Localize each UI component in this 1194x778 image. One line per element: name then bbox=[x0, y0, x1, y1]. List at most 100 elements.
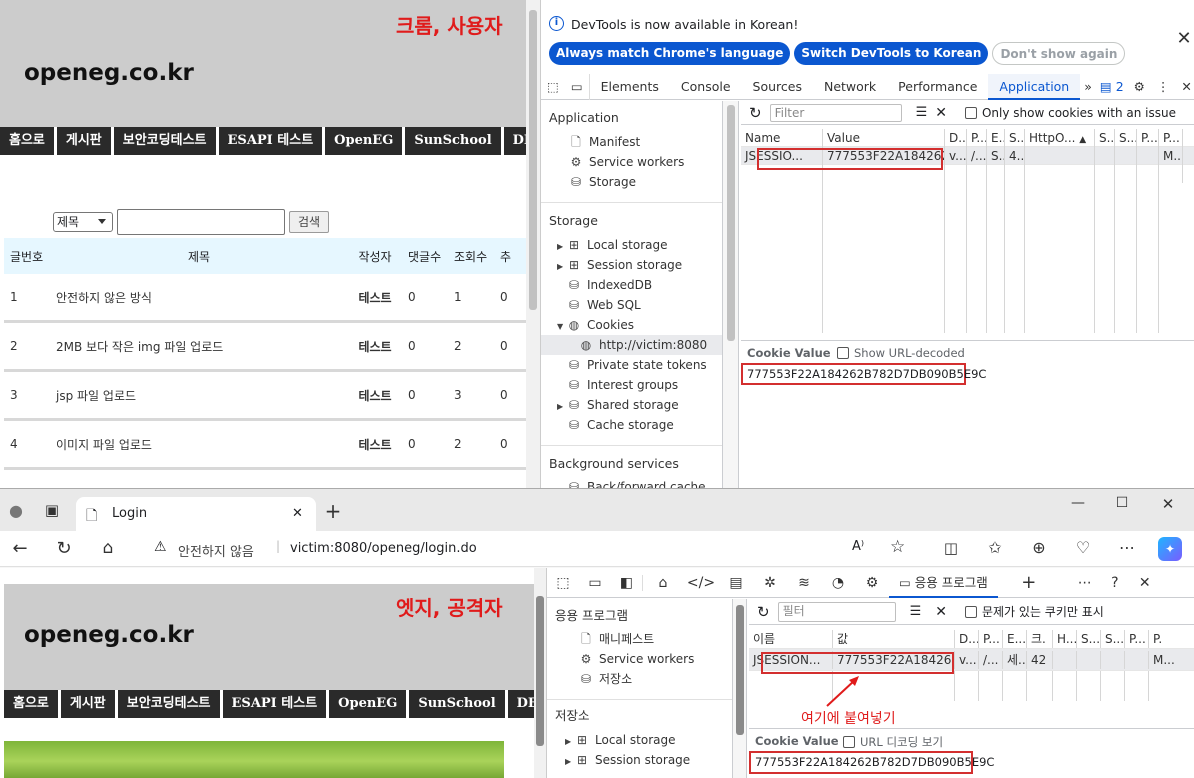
add-tool-icon[interactable]: + bbox=[1014, 572, 1044, 593]
table-row[interactable]: 2 2MB 보다 작은 img 파일 업로드 테스트 0 2 0 bbox=[4, 323, 526, 372]
sidebar-item-session-storage[interactable]: ▶ ⊞ Session storage bbox=[547, 750, 732, 770]
col-samesite[interactable]: S... bbox=[1101, 629, 1125, 648]
sidebar-item-shared-storage[interactable]: ▶ ⛁ Shared storage bbox=[541, 395, 722, 415]
nav-openeg[interactable]: OpenEG bbox=[329, 690, 407, 718]
table-row[interactable]: 1 안전하지 않은 방식 테스트 0 1 0 bbox=[4, 274, 526, 323]
close-window-icon[interactable]: ✕ bbox=[1158, 495, 1178, 513]
nav-board[interactable]: 게시판 bbox=[56, 127, 111, 155]
back-icon[interactable]: ← bbox=[8, 538, 32, 559]
site-logo[interactable]: openeg.co.kr bbox=[24, 60, 194, 86]
issues-badge[interactable]: ▤ 2 bbox=[1096, 74, 1128, 100]
sidebar-item-local-storage[interactable]: ▶ ⊞ Local storage bbox=[547, 730, 732, 750]
col-expires[interactable]: E... bbox=[987, 128, 1005, 147]
checkbox-box[interactable] bbox=[964, 106, 977, 119]
edge-page-scrollbar[interactable] bbox=[534, 568, 546, 778]
performance-icon[interactable]: ◔ bbox=[821, 575, 855, 591]
col-httponly[interactable]: HttpO... ▲ bbox=[1025, 128, 1095, 147]
kebab-menu-icon[interactable]: ⋮ bbox=[1151, 74, 1176, 100]
sidebar-item-manifest[interactable]: 🗋 매니페스트 bbox=[547, 629, 732, 649]
col-samesite[interactable]: S... bbox=[1115, 128, 1137, 147]
switch-korean-button[interactable]: Switch DevTools to Korean bbox=[794, 42, 989, 65]
tab-console[interactable]: Console bbox=[670, 74, 742, 100]
help-icon[interactable]: ? bbox=[1100, 575, 1130, 591]
sidebar-item-local-storage[interactable]: ▶ ⊞ Local storage bbox=[541, 235, 722, 255]
edge-page-scroll-thumb[interactable] bbox=[536, 596, 544, 746]
sidebar-scroll-thumb[interactable] bbox=[727, 105, 735, 341]
close-devtools-icon[interactable]: ✕ bbox=[1130, 575, 1160, 591]
col-partition[interactable]: P... bbox=[1125, 629, 1149, 648]
expand-triangle-icon[interactable]: ▶ bbox=[565, 732, 575, 752]
favorite-star-icon[interactable]: ☆ bbox=[890, 537, 905, 557]
close-tab-icon[interactable]: ✕ bbox=[292, 506, 303, 521]
nav-esapi[interactable]: ESAPI 테스트 bbox=[218, 127, 323, 155]
nav-home[interactable]: 홈으로 bbox=[4, 690, 58, 718]
cookie-value-text[interactable]: 777553F22A184262B782D7DB090B5E9C bbox=[741, 363, 986, 385]
tab-network[interactable]: Network bbox=[813, 74, 887, 100]
col-name[interactable]: 이름 bbox=[749, 629, 833, 648]
nav-db[interactable]: DB초 bbox=[503, 127, 526, 155]
match-language-button[interactable]: Always match Chrome's language bbox=[549, 42, 791, 65]
checkbox-box[interactable] bbox=[837, 347, 849, 359]
show-decoded-checkbox[interactable]: Show URL-decoded bbox=[837, 346, 965, 360]
sidebar-item-storage[interactable]: ⛁ 저장소 bbox=[547, 669, 732, 689]
col-expires[interactable]: E... bbox=[1003, 629, 1027, 648]
sidebar-item-cache-storage[interactable]: ⛁ Cache storage bbox=[541, 415, 722, 435]
nav-openeg[interactable]: OpenEG bbox=[325, 127, 403, 155]
inspect-icon[interactable]: ⬚ bbox=[547, 575, 579, 591]
more-tabs-icon[interactable]: » bbox=[1080, 74, 1096, 100]
cookie-filter-input[interactable]: 필터 bbox=[777, 601, 896, 622]
sidebar-item-private-state-tokens[interactable]: ⛁ Private state tokens bbox=[541, 355, 722, 375]
network-icon[interactable]: ≋ bbox=[787, 575, 821, 591]
sidebar-item-service-workers[interactable]: ⚙ Service workers bbox=[547, 649, 732, 669]
only-issue-checkbox[interactable]: 문제가 있는 쿠키만 표시 bbox=[964, 603, 1104, 620]
tab-performance[interactable]: Performance bbox=[887, 74, 988, 100]
device-toolbar-icon[interactable]: ▭ bbox=[565, 73, 590, 100]
site-logo[interactable]: openeg.co.kr bbox=[24, 622, 194, 648]
col-value[interactable]: 값 bbox=[833, 629, 955, 648]
split-screen-icon[interactable]: ◫ bbox=[940, 539, 962, 557]
row-title[interactable]: 2MB 보다 작은 img 파일 업로드 bbox=[50, 338, 342, 355]
settings-icon[interactable]: ⚙ bbox=[1128, 74, 1151, 100]
nav-sunschool[interactable]: SunSchool bbox=[405, 127, 501, 155]
tab-elements[interactable]: Elements bbox=[590, 74, 670, 100]
sources-icon[interactable]: ✲ bbox=[753, 575, 787, 591]
read-aloud-icon[interactable]: A⁾ bbox=[852, 539, 864, 554]
edge-sidebar-scroll-thumb[interactable] bbox=[736, 605, 744, 735]
tab-application[interactable]: Application bbox=[988, 73, 1081, 100]
col-size[interactable]: S... bbox=[1005, 128, 1025, 147]
table-row[interactable]: 3 jsp 파일 업로드 테스트 0 3 0 bbox=[4, 372, 526, 421]
url-text[interactable]: victim:8080/openeg/login.do bbox=[290, 541, 477, 556]
col-priority[interactable]: P. bbox=[1149, 630, 1194, 648]
refresh-icon[interactable]: ↻ bbox=[757, 603, 770, 621]
col-partition[interactable]: P... bbox=[1137, 128, 1159, 147]
home-icon[interactable]: ⌂ bbox=[96, 538, 120, 558]
sidebar-item-bfcache[interactable]: ⛁ Back/forward cache bbox=[541, 477, 722, 488]
tab-sources[interactable]: Sources bbox=[742, 74, 813, 100]
tab-actions-icon[interactable]: ▣ bbox=[40, 501, 64, 519]
row-title[interactable]: 이미지 파일 업로드 bbox=[50, 436, 342, 453]
inspect-icon[interactable]: ⬚ bbox=[541, 74, 565, 100]
sidebar-item-cookie-origin[interactable]: ◍ http://victim:8080 bbox=[541, 335, 722, 355]
clear-filtered-icon[interactable]: ☰ bbox=[910, 604, 922, 619]
col-secure[interactable]: S... bbox=[1095, 128, 1115, 147]
only-issue-checkbox[interactable]: Only show cookies with an issue bbox=[964, 106, 1176, 120]
profile-icon[interactable]: ● bbox=[6, 501, 26, 520]
clear-filtered-icon[interactable]: ☰ bbox=[916, 105, 928, 120]
expand-triangle-icon[interactable]: ▶ bbox=[557, 237, 567, 257]
device-emulation-icon[interactable]: ▭ bbox=[579, 575, 611, 591]
sidebar-item-storage[interactable]: ⛁ Storage bbox=[541, 172, 722, 192]
page-scrollbar[interactable] bbox=[526, 0, 540, 488]
col-name[interactable]: Name bbox=[741, 128, 823, 147]
nav-secure-coding[interactable]: 보안코딩테스트 bbox=[117, 690, 220, 718]
url-bar[interactable]: ⚠ 안전하지 않음 | victim:8080/openeg/login.do … bbox=[146, 535, 914, 563]
expand-triangle-icon[interactable]: ▶ bbox=[565, 752, 575, 772]
expand-triangle-icon[interactable]: ▶ bbox=[557, 257, 567, 277]
new-tab-icon[interactable]: + bbox=[322, 499, 344, 523]
maximize-icon[interactable]: ☐ bbox=[1112, 495, 1132, 511]
memory-icon[interactable]: ⚙ bbox=[855, 575, 889, 591]
search-button[interactable]: 검색 bbox=[289, 211, 330, 233]
show-decoded-checkbox[interactable]: URL 디코딩 보기 bbox=[843, 734, 943, 750]
more-tools-icon[interactable]: ⋯ bbox=[1070, 575, 1100, 591]
sidebar-item-manifest[interactable]: 🗋 Manifest bbox=[541, 132, 722, 152]
nav-esapi[interactable]: ESAPI 테스트 bbox=[222, 690, 327, 718]
